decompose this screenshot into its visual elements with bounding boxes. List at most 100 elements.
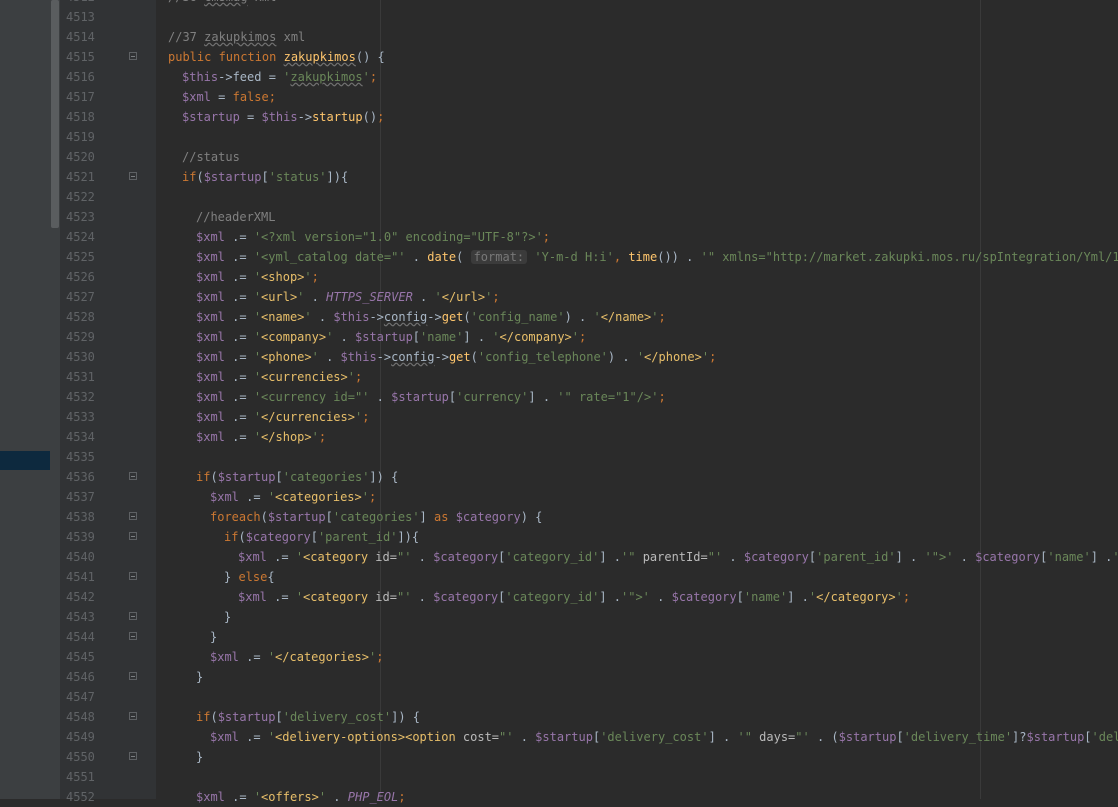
code-token: ]) { [369, 470, 399, 484]
code-token: startup [312, 110, 363, 124]
code-line[interactable]: } [196, 747, 203, 767]
code-line[interactable]: $xml .= '<offers>' . PHP_EOL; [196, 787, 406, 807]
fold-toggle-icon[interactable] [129, 672, 137, 680]
gutter-row: 4536 [60, 467, 154, 487]
code-token: $xml [196, 430, 225, 444]
code-token: .= [224, 410, 254, 424]
code-line[interactable]: $xml = false; [182, 87, 276, 107]
scrollbar-thumb[interactable] [51, 0, 59, 228]
code-token: [ [275, 710, 283, 724]
code-token: $xml [210, 730, 239, 744]
fold-toggle-icon[interactable] [129, 712, 137, 720]
code-token: ] . [895, 550, 925, 564]
fold-toggle-icon[interactable] [129, 52, 137, 60]
code-token: { [267, 570, 275, 584]
code-line[interactable]: $xml .= '<name>' . $this->config->get('c… [196, 307, 666, 327]
line-number: 4524 [66, 230, 95, 244]
code-token: days= [759, 730, 796, 744]
line-number: 4546 [66, 670, 95, 684]
code-token: $startup [355, 330, 413, 344]
fold-toggle-icon[interactable] [129, 632, 137, 640]
code-token: 'name' [743, 590, 788, 604]
scrollbar[interactable] [50, 0, 60, 799]
code-line[interactable]: if($category['parent_id']){ [224, 527, 419, 547]
code-line[interactable]: //37 zakupkimos xml [168, 27, 305, 47]
code-line[interactable]: public function zakupkimos() { [168, 47, 385, 67]
code-line[interactable]: if($startup['categories']) { [196, 467, 398, 487]
code-token: <name> [261, 310, 305, 324]
fold-toggle-icon[interactable] [129, 572, 137, 580]
code-line[interactable]: //headerXML [196, 207, 275, 227]
code-line[interactable]: $this->feed = 'zakupkimos'; [182, 67, 377, 87]
code-token: ' [318, 790, 327, 804]
code-token: . [722, 550, 744, 564]
fold-toggle-icon[interactable] [129, 512, 137, 520]
code-line[interactable]: $xml .= '<company>' . $startup['name'] .… [196, 327, 586, 347]
gutter-row: 4550 [60, 747, 154, 767]
code-line[interactable]: $xml .= '<category id="' . $category['ca… [238, 547, 1118, 567]
code-token: ) . [564, 310, 594, 324]
code-line[interactable]: $xml .= '<delivery-options><option cost=… [210, 727, 1118, 747]
code-line[interactable]: } [224, 607, 231, 627]
code-line[interactable]: if($startup['status']){ [182, 167, 348, 187]
code-line[interactable]: $xml .= '<phone>' . $this->config->get('… [196, 347, 716, 367]
code-line[interactable]: $xml .= '</shop>'; [196, 427, 326, 447]
gutter-row: 4529 [60, 327, 154, 347]
fold-toggle-icon[interactable] [129, 172, 137, 180]
gutter-row: 4543 [60, 607, 154, 627]
code-line[interactable]: $xml .= '</categories>'; [210, 647, 383, 667]
code-token: ; [376, 650, 384, 664]
code-token: 'status' [268, 170, 327, 184]
code-line[interactable]: } [196, 667, 203, 687]
gutter-row: 4519 [60, 127, 154, 147]
code-token: ; [368, 490, 377, 504]
code-token: get [441, 310, 464, 324]
code-token: $xml [196, 410, 225, 424]
code-line[interactable]: if($startup['delivery_cost']) { [196, 707, 420, 727]
code-token: ( [196, 170, 204, 184]
code-token: if [196, 710, 211, 724]
code-line[interactable]: $xml .= '<currency id="' . $startup['cur… [196, 387, 666, 407]
fold-toggle-icon[interactable] [129, 612, 137, 620]
fold-toggle-icon[interactable] [129, 752, 137, 760]
code-token: ; [377, 110, 385, 124]
gutter-row: 4520 [60, 147, 154, 167]
code-token: ] . [1090, 550, 1113, 564]
code-line[interactable]: } else{ [224, 567, 275, 587]
code-token: ( [470, 350, 478, 364]
code-line[interactable]: $xml .= '<yml_catalog date="' . date( fo… [196, 247, 1118, 267]
code-token: ( [210, 470, 218, 484]
code-token: [ [896, 730, 904, 744]
code-token: <category [303, 550, 376, 564]
code-token: 'categories' [282, 470, 370, 484]
code-line[interactable]: $xml .= '<shop>'; [196, 267, 319, 287]
code-token: ]) { [391, 710, 420, 724]
fold-toggle-icon[interactable] [129, 472, 137, 480]
code-line[interactable]: $xml .= '<category id="' . $category['ca… [238, 587, 910, 607]
code-token: $xml [210, 650, 239, 664]
code-line[interactable]: $startup = $this->startup(); [182, 107, 384, 127]
line-number: 4518 [66, 110, 95, 124]
code-line[interactable]: //36 cmsmag xml [168, 0, 276, 7]
code-token: .= [224, 430, 254, 444]
code-line[interactable]: foreach($startup['categories'] as $categ… [210, 507, 542, 527]
code-token: ' [267, 490, 276, 504]
code-token: <offers> [261, 790, 319, 804]
code-line[interactable]: $xml .= '<categories>'; [210, 487, 376, 507]
code-token: 'delivery_cost' [282, 710, 392, 724]
code-token: ] . [708, 730, 738, 744]
code-token: else [238, 570, 268, 584]
code-line[interactable]: $xml .= '<?xml version="1.0" encoding="U… [196, 227, 550, 247]
code-line[interactable]: $xml .= '<currencies>'; [196, 367, 362, 387]
code-token: . ( [809, 730, 839, 744]
code-token: 'categories' [332, 510, 420, 524]
code-line[interactable]: } [210, 627, 217, 647]
project-tool-window[interactable] [0, 0, 60, 799]
fold-toggle-icon[interactable] [129, 532, 137, 540]
code-token: $startup [217, 470, 276, 484]
code-line[interactable]: $xml .= '<url>' . HTTPS_SERVER . '</url>… [196, 287, 500, 307]
code-token: ' [253, 310, 262, 324]
code-line[interactable]: //status [182, 147, 240, 167]
code-line[interactable]: $xml .= '</currencies>'; [196, 407, 369, 427]
code-token: () { [355, 50, 385, 64]
